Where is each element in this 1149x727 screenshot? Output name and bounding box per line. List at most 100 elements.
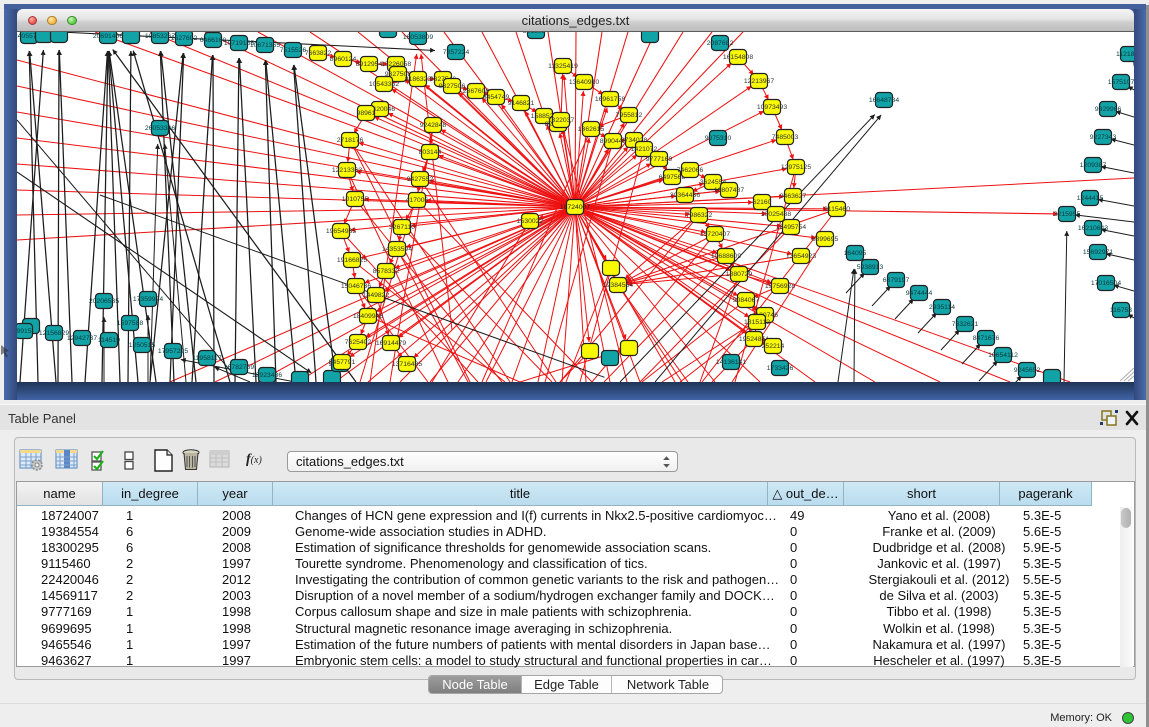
svg-text:1244415: 1244415 bbox=[1077, 195, 1104, 202]
svg-text:1362615: 1362615 bbox=[578, 126, 605, 133]
svg-text:3215955: 3215955 bbox=[1054, 211, 1081, 218]
svg-text:7485003: 7485003 bbox=[772, 134, 799, 141]
svg-text:19384554: 19384554 bbox=[603, 282, 633, 289]
svg-text:10543362: 10543362 bbox=[369, 81, 399, 88]
svg-text:14353594: 14353594 bbox=[382, 246, 412, 253]
svg-text:803144: 803144 bbox=[419, 149, 442, 156]
svg-text:6879197: 6879197 bbox=[883, 277, 910, 284]
svg-text:12213363: 12213363 bbox=[332, 167, 362, 174]
svg-text:1880729: 1880729 bbox=[726, 271, 753, 278]
svg-text:7462066: 7462066 bbox=[677, 167, 704, 174]
svg-text:7632621: 7632621 bbox=[952, 321, 979, 328]
svg-text:10671355: 10671355 bbox=[250, 42, 280, 49]
svg-text:1010755: 1010755 bbox=[342, 196, 369, 203]
svg-text:1121896: 1121896 bbox=[1116, 51, 1134, 58]
svg-text:8454749: 8454749 bbox=[483, 94, 510, 101]
svg-text:18495754: 18495754 bbox=[776, 224, 806, 231]
svg-text:9146821: 9146821 bbox=[508, 100, 535, 107]
svg-text:9084067: 9084067 bbox=[733, 297, 760, 304]
svg-text:16053809: 16053809 bbox=[403, 34, 433, 41]
svg-text:7955812: 7955812 bbox=[616, 112, 643, 119]
svg-text:12923486: 12923486 bbox=[252, 372, 282, 379]
svg-text:7857224: 7857224 bbox=[443, 49, 470, 56]
svg-text:2935114: 2935114 bbox=[929, 304, 955, 311]
svg-text:13640910: 13640910 bbox=[569, 79, 599, 86]
svg-text:9427552: 9427552 bbox=[407, 176, 434, 183]
svg-text:1322037: 1322037 bbox=[548, 117, 575, 124]
svg-text:17016504: 17016504 bbox=[1091, 280, 1121, 287]
svg-text:26053346: 26053346 bbox=[145, 125, 175, 132]
svg-text:9329966: 9329966 bbox=[1095, 106, 1122, 113]
svg-text:1733426: 1733426 bbox=[767, 365, 794, 372]
svg-text:7515526: 7515526 bbox=[280, 47, 307, 54]
svg-text:7625402: 7625402 bbox=[345, 339, 372, 346]
svg-text:9915: 9915 bbox=[17, 328, 32, 335]
svg-text:13716485: 13716485 bbox=[392, 361, 422, 368]
svg-text:7663822: 7663822 bbox=[305, 50, 332, 57]
svg-text:9075310: 9075310 bbox=[705, 135, 732, 142]
svg-text:8960124: 8960124 bbox=[330, 56, 357, 63]
svg-text:20206535: 20206535 bbox=[89, 298, 119, 305]
svg-text:14136141: 14136141 bbox=[716, 359, 746, 366]
svg-text:16961758: 16961758 bbox=[595, 96, 625, 103]
svg-text:10025438: 10025438 bbox=[761, 211, 791, 218]
svg-text:1250515: 1250515 bbox=[129, 342, 156, 349]
svg-text:9463627: 9463627 bbox=[780, 193, 807, 200]
svg-text:8578332: 8578332 bbox=[373, 268, 400, 275]
svg-text:15692971: 15692971 bbox=[1083, 249, 1113, 256]
svg-text:9227343: 9227343 bbox=[1090, 134, 1117, 141]
svg-text:252214: 252214 bbox=[762, 343, 785, 350]
svg-text:11325419: 11325419 bbox=[548, 63, 578, 70]
svg-text:2087682: 2087682 bbox=[707, 40, 734, 47]
svg-text:98961: 98961 bbox=[357, 110, 376, 117]
svg-text:9245652: 9245652 bbox=[1014, 367, 1041, 374]
svg-text:13654923: 13654923 bbox=[786, 253, 816, 260]
svg-text:116753: 116753 bbox=[1110, 307, 1132, 314]
svg-text:11958117: 11958117 bbox=[192, 355, 221, 362]
svg-text:10654112: 10654112 bbox=[988, 352, 1018, 359]
svg-text:2718176: 2718176 bbox=[337, 137, 364, 144]
svg-text:9457791: 9457791 bbox=[329, 359, 356, 366]
svg-text:8813054: 8813054 bbox=[523, 32, 550, 35]
svg-text:114519: 114519 bbox=[98, 337, 120, 344]
svg-text:12942737: 12942737 bbox=[67, 335, 97, 342]
svg-text:1449822: 1449822 bbox=[363, 292, 390, 299]
svg-text:16914479: 16914479 bbox=[376, 340, 406, 347]
svg-text:18409948: 18409948 bbox=[353, 313, 383, 320]
svg-text:15720407: 15720407 bbox=[700, 231, 730, 238]
svg-text:9242848: 9242848 bbox=[420, 122, 447, 129]
svg-text:8471676: 8471676 bbox=[973, 335, 1000, 342]
svg-text:417006: 417006 bbox=[406, 197, 429, 204]
svg-text:12975125: 12975125 bbox=[781, 164, 811, 171]
svg-text:6466160: 6466160 bbox=[200, 37, 227, 44]
svg-text:3267110: 3267110 bbox=[389, 224, 415, 231]
svg-text:10973493: 10973493 bbox=[757, 104, 787, 111]
svg-text:9777169: 9777169 bbox=[646, 156, 673, 163]
svg-text:9115460: 9115460 bbox=[824, 206, 850, 213]
svg-text:8186323: 8186323 bbox=[405, 76, 432, 83]
svg-text:1209387: 1209387 bbox=[1080, 162, 1107, 169]
svg-text:164095: 164095 bbox=[844, 250, 867, 257]
svg-text:12213967: 12213967 bbox=[744, 78, 774, 85]
svg-text:20691406: 20691406 bbox=[93, 33, 123, 40]
svg-text:17359924: 17359924 bbox=[133, 296, 163, 303]
svg-text:15046736: 15046736 bbox=[341, 283, 371, 290]
svg-text:20364436: 20364436 bbox=[670, 192, 700, 199]
svg-text:1575107: 1575107 bbox=[1108, 79, 1134, 86]
svg-text:9327506: 9327506 bbox=[439, 83, 466, 90]
svg-text:18724007: 18724007 bbox=[560, 204, 590, 211]
svg-text:6899695: 6899695 bbox=[812, 236, 839, 243]
svg-text:19654935: 19654935 bbox=[326, 228, 356, 235]
svg-text:10807487: 10807487 bbox=[714, 187, 744, 194]
svg-text:16154808: 16154808 bbox=[723, 54, 753, 61]
svg-text:1815112: 1815112 bbox=[744, 319, 770, 326]
svg-text:16210643: 16210643 bbox=[1078, 225, 1108, 232]
svg-text:1597588: 1597588 bbox=[117, 320, 144, 327]
svg-text:19166825: 19166825 bbox=[337, 257, 367, 264]
svg-text:12156829: 12156829 bbox=[39, 330, 69, 337]
svg-text:5938913: 5938913 bbox=[857, 264, 884, 271]
svg-text:16648784: 16648784 bbox=[869, 97, 899, 104]
svg-text:7986322: 7986322 bbox=[686, 212, 713, 219]
svg-text:1530022: 1530022 bbox=[517, 218, 544, 225]
svg-text:62160: 62160 bbox=[753, 199, 772, 206]
